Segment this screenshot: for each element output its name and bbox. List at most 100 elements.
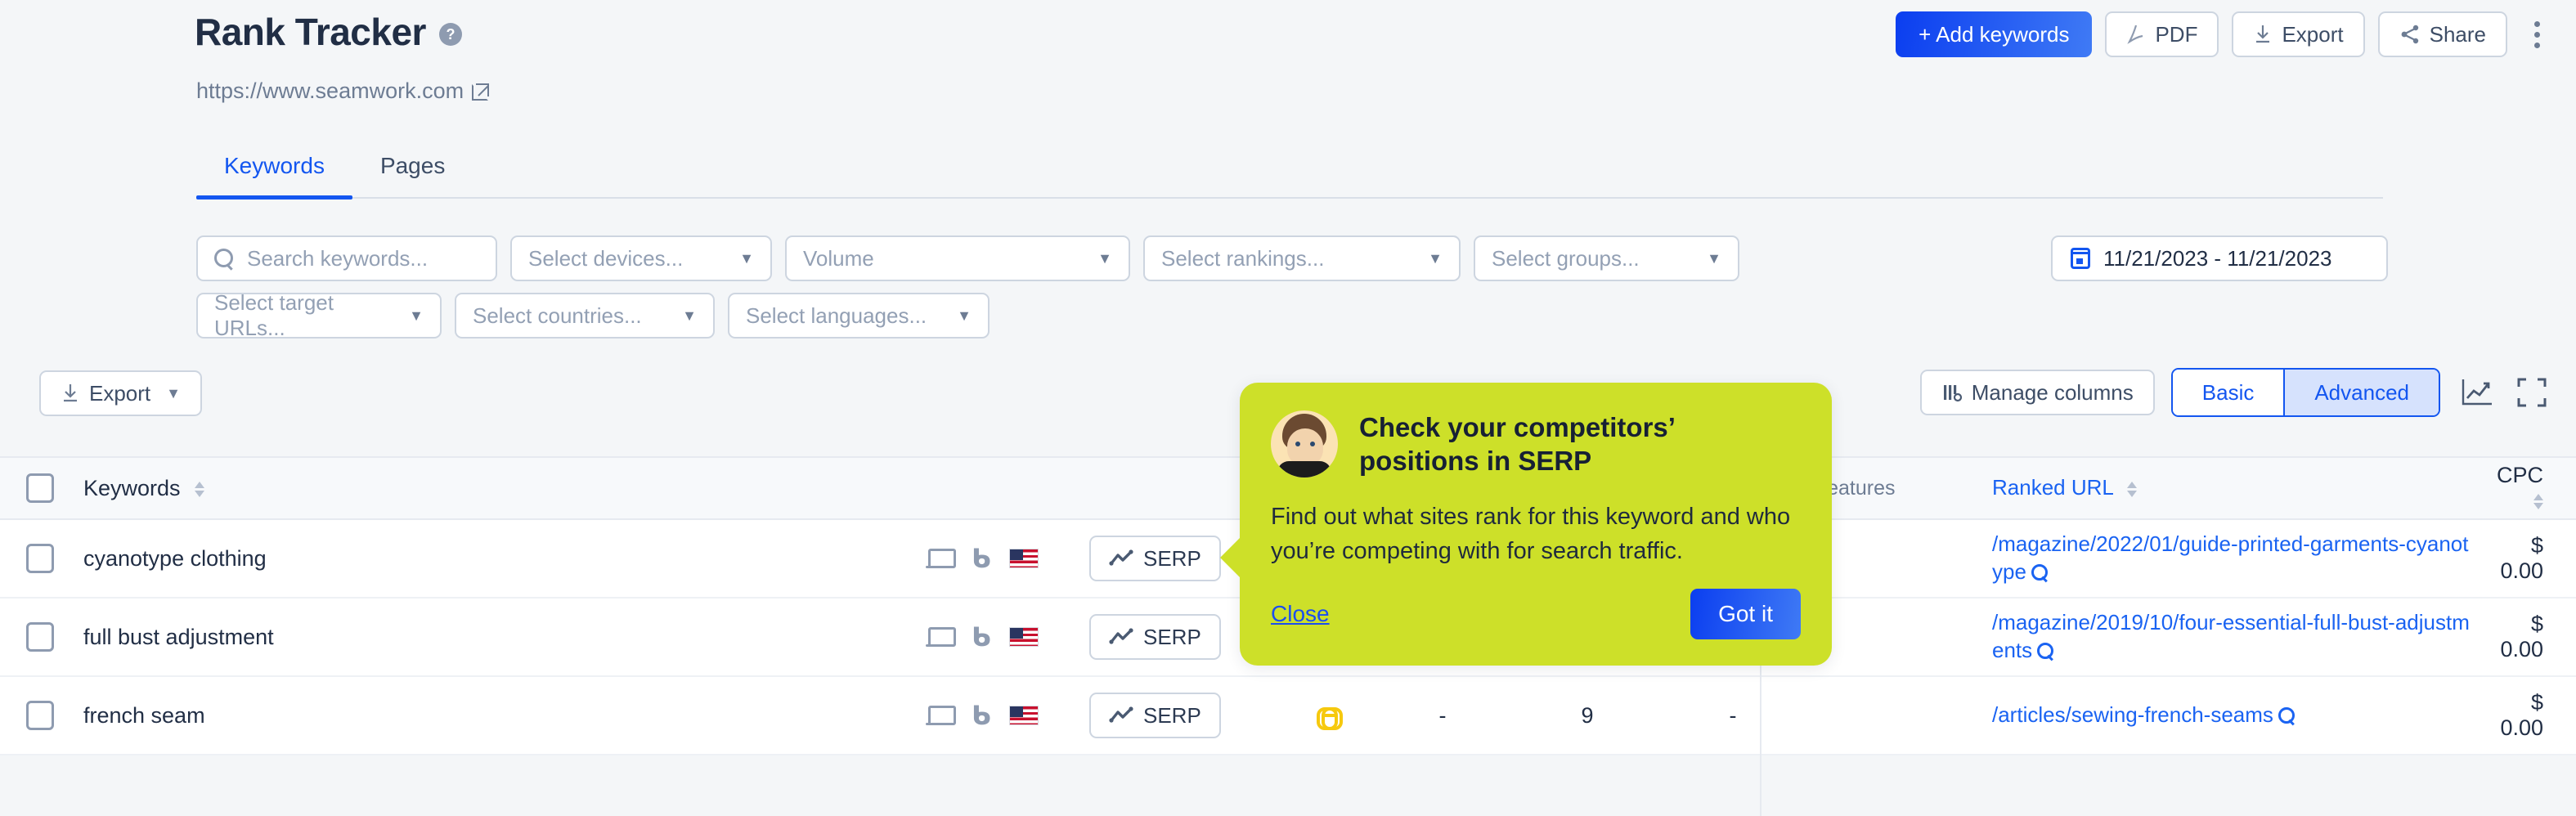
add-keywords-button[interactable]: + Add keywords [1896, 11, 2093, 57]
manage-columns-button[interactable]: Manage columns [1919, 370, 2155, 415]
kebab-menu-icon[interactable] [2520, 11, 2553, 57]
row-ranked-url-cell[interactable]: /magazine/2019/10/four-essential-full-bu… [1992, 609, 2483, 665]
search-input[interactable] [247, 245, 479, 271]
search-icon[interactable] [2037, 643, 2054, 659]
row-keyword: full bust adjustment [83, 624, 274, 649]
search-icon [214, 249, 234, 268]
row-col-a: - [1438, 702, 1447, 728]
view-advanced-button[interactable]: Advanced [2283, 370, 2439, 415]
filter-row-1: Select devices... ▼ Volume ▼ Select rank… [196, 235, 2388, 281]
chevron-down-icon: ▼ [409, 307, 424, 324]
site-url-text: https://www.seamwork.com [196, 78, 464, 103]
select-groups-dropdown[interactable]: Select groups... ▼ [1474, 235, 1739, 281]
row-keyword: cyanotype clothing [83, 545, 267, 571]
chevron-down-icon: ▼ [1428, 249, 1443, 267]
table-toolbar-right: Manage columns Basic Advanced [1919, 368, 2551, 417]
manage-columns-label: Manage columns [1971, 379, 2134, 405]
row-link-cell [1286, 707, 1374, 730]
tooltip-got-it-button[interactable]: Got it [1690, 589, 1801, 640]
sort-icon [2533, 494, 2543, 510]
row-select-cell [0, 622, 83, 652]
tooltip-body: Find out what sites rank for this keywor… [1271, 503, 1791, 565]
select-countries-dropdown[interactable]: Select countries... ▼ [455, 293, 715, 339]
select-target-urls-dropdown[interactable]: Select target URLs... ▼ [196, 290, 442, 340]
select-all-checkbox[interactable] [26, 473, 54, 503]
row-keyword: french seam [83, 702, 205, 728]
select-devices-dropdown[interactable]: Select devices... ▼ [510, 235, 772, 281]
share-icon [2401, 25, 2418, 44]
fullscreen-icon[interactable] [2512, 371, 2551, 414]
row-col-b: 9 [1581, 702, 1594, 728]
row-ranked-url: /magazine/2019/10/four-essential-full-bu… [1992, 610, 2470, 662]
select-languages-dropdown[interactable]: Select languages... ▼ [728, 293, 990, 339]
select-devices-label: Select devices... [528, 245, 684, 271]
person-avatar [1271, 410, 1338, 477]
select-countries-label: Select countries... [473, 303, 642, 328]
select-languages-label: Select languages... [746, 303, 927, 328]
volume-filter[interactable]: Volume ▼ [785, 235, 1130, 281]
share-button[interactable]: Share [2377, 11, 2507, 57]
row-cpc: $ 0.00 [2500, 533, 2543, 583]
select-rankings-dropdown[interactable]: Select rankings... ▼ [1143, 235, 1461, 281]
row-ranked-url-cell[interactable]: /articles/sewing-french-seams [1992, 702, 2483, 729]
row-device-cell: ᑲ [926, 624, 1089, 650]
chevron-down-icon: ▼ [957, 307, 972, 324]
page-header: Rank Tracker ? https://www.seamwork.com … [0, 0, 2576, 139]
search-keywords-field[interactable] [196, 235, 497, 281]
us-flag-icon [1008, 549, 1039, 568]
col-header-keywords[interactable]: Keywords [83, 476, 926, 501]
filter-row-2: Select target URLs... ▼ Select countries… [196, 290, 2388, 340]
question-mark-icon[interactable]: ? [438, 23, 462, 46]
pdf-label: PDF [2155, 21, 2198, 47]
bing-icon: ᑲ [972, 543, 991, 574]
download-icon [64, 384, 77, 402]
serp-button[interactable]: SERP [1089, 693, 1221, 738]
columns-icon [1943, 385, 1962, 402]
pdf-button[interactable]: PDF [2105, 11, 2219, 57]
search-icon[interactable] [2278, 707, 2295, 724]
trend-icon [1109, 549, 1133, 566]
share-label: Share [2429, 21, 2486, 47]
row-cpc: $ 0.00 [2500, 690, 2543, 740]
select-rankings-label: Select rankings... [1161, 245, 1325, 271]
bing-icon: ᑲ [972, 700, 991, 731]
row-select-cell [0, 701, 83, 730]
row-ranked-url-cell[interactable]: /magazine/2022/01/guide-printed-garments… [1992, 531, 2483, 586]
tab-pages[interactable]: Pages [352, 143, 473, 197]
view-basic-button[interactable]: Basic [2172, 370, 2284, 415]
row-checkbox[interactable] [26, 622, 54, 652]
serp-button-label: SERP [1143, 624, 1201, 649]
date-range-picker[interactable]: 11/21/2023 - 11/21/2023 [2051, 235, 2388, 281]
tooltip-close-link[interactable]: Close [1271, 601, 1330, 627]
serp-button-label: SERP [1143, 545, 1201, 571]
select-groups-label: Select groups... [1492, 245, 1640, 271]
tooltip-header: Check your competitors’ positions in SER… [1271, 410, 1801, 478]
export-dropdown-button[interactable]: Export ▼ [39, 370, 202, 416]
pdf-icon [2127, 25, 2143, 44]
download-icon [2256, 25, 2270, 43]
date-range-value: 11/21/2023 - 11/21/2023 [2103, 245, 2332, 271]
line-chart-icon[interactable] [2457, 371, 2496, 414]
select-target-urls-label: Select target URLs... [214, 290, 334, 340]
row-checkbox[interactable] [26, 544, 54, 573]
page-title: Rank Tracker [195, 11, 426, 53]
header-actions: + Add keywords PDF Export Share [1896, 11, 2553, 57]
col-header-ranked-url[interactable]: Ranked URL [1992, 474, 2483, 502]
site-url-link[interactable]: https://www.seamwork.com [196, 78, 490, 104]
external-link-icon [472, 83, 490, 101]
export-label: Export [89, 380, 151, 406]
row-ranked-url: /magazine/2022/01/guide-printed-garments… [1992, 531, 2469, 584]
rank-tracker-page: Rank Tracker ? https://www.seamwork.com … [0, 0, 2576, 816]
serp-button[interactable]: SERP [1089, 536, 1221, 581]
search-icon[interactable] [2031, 564, 2048, 581]
link-icon[interactable] [1317, 707, 1343, 730]
row-checkbox[interactable] [26, 701, 54, 730]
export-button-header[interactable]: Export [2232, 11, 2365, 57]
export-label: Export [2282, 21, 2344, 47]
trend-icon [1109, 628, 1133, 644]
tab-keywords[interactable]: Keywords [196, 143, 352, 200]
serp-button[interactable]: SERP [1089, 614, 1221, 660]
col-header-cpc[interactable]: CPC [2483, 463, 2576, 513]
calendar-icon [2071, 248, 2090, 269]
bing-icon: ᑲ [972, 621, 991, 652]
